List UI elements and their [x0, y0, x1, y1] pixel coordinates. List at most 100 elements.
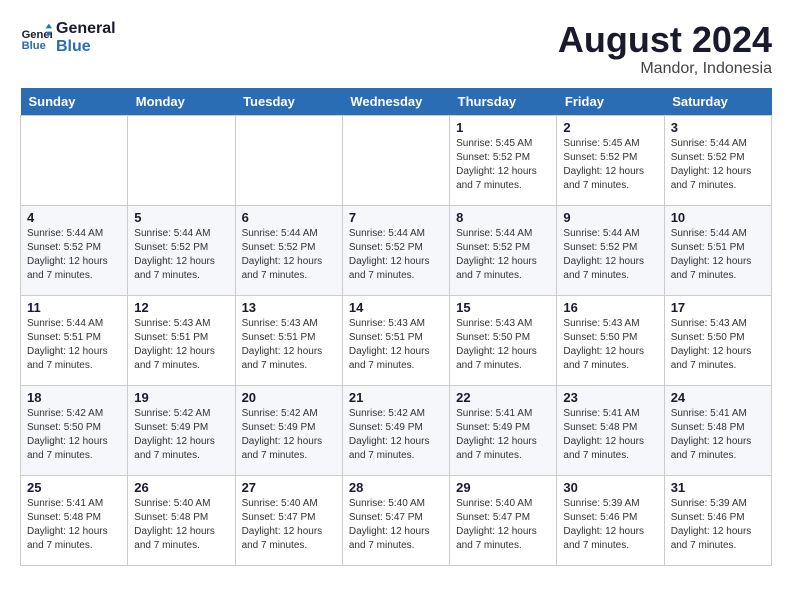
- calendar-cell: [342, 115, 449, 205]
- day-number: 19: [134, 390, 228, 405]
- day-number: 25: [27, 480, 121, 495]
- day-info: Sunrise: 5:43 AM Sunset: 5:51 PM Dayligh…: [242, 317, 336, 373]
- day-info: Sunrise: 5:40 AM Sunset: 5:47 PM Dayligh…: [456, 497, 550, 553]
- day-info: Sunrise: 5:44 AM Sunset: 5:52 PM Dayligh…: [456, 227, 550, 283]
- weekday-header-thursday: Thursday: [450, 88, 557, 116]
- weekday-header-sunday: Sunday: [21, 88, 128, 116]
- day-info: Sunrise: 5:40 AM Sunset: 5:47 PM Dayligh…: [349, 497, 443, 553]
- calendar-cell: [235, 115, 342, 205]
- calendar-table: SundayMondayTuesdayWednesdayThursdayFrid…: [20, 88, 772, 566]
- title-block: August 2024 Mandor, Indonesia: [558, 20, 772, 78]
- day-number: 23: [563, 390, 657, 405]
- svg-text:Blue: Blue: [22, 40, 46, 52]
- day-info: Sunrise: 5:43 AM Sunset: 5:50 PM Dayligh…: [671, 317, 765, 373]
- calendar-cell: 25 Sunrise: 5:41 AM Sunset: 5:48 PM Dayli…: [21, 475, 128, 565]
- day-info: Sunrise: 5:43 AM Sunset: 5:51 PM Dayligh…: [134, 317, 228, 373]
- calendar-cell: 8 Sunrise: 5:44 AM Sunset: 5:52 PM Daylig…: [450, 205, 557, 295]
- day-number: 7: [349, 210, 443, 225]
- location-subtitle: Mandor, Indonesia: [558, 60, 772, 78]
- calendar-cell: 28 Sunrise: 5:40 AM Sunset: 5:47 PM Dayli…: [342, 475, 449, 565]
- day-number: 28: [349, 480, 443, 495]
- calendar-cell: 20 Sunrise: 5:42 AM Sunset: 5:49 PM Dayli…: [235, 385, 342, 475]
- day-info: Sunrise: 5:44 AM Sunset: 5:52 PM Dayligh…: [242, 227, 336, 283]
- calendar-cell: 11 Sunrise: 5:44 AM Sunset: 5:51 PM Dayli…: [21, 295, 128, 385]
- calendar-cell: [128, 115, 235, 205]
- day-info: Sunrise: 5:41 AM Sunset: 5:49 PM Dayligh…: [456, 407, 550, 463]
- day-number: 10: [671, 210, 765, 225]
- day-number: 5: [134, 210, 228, 225]
- day-number: 20: [242, 390, 336, 405]
- day-number: 29: [456, 480, 550, 495]
- day-number: 4: [27, 210, 121, 225]
- day-info: Sunrise: 5:44 AM Sunset: 5:52 PM Dayligh…: [134, 227, 228, 283]
- day-info: Sunrise: 5:44 AM Sunset: 5:52 PM Dayligh…: [671, 137, 765, 193]
- calendar-cell: 12 Sunrise: 5:43 AM Sunset: 5:51 PM Dayli…: [128, 295, 235, 385]
- day-number: 15: [456, 300, 550, 315]
- day-info: Sunrise: 5:39 AM Sunset: 5:46 PM Dayligh…: [563, 497, 657, 553]
- week-row-1: 1 Sunrise: 5:45 AM Sunset: 5:52 PM Daylig…: [21, 115, 772, 205]
- day-number: 2: [563, 120, 657, 135]
- day-info: Sunrise: 5:42 AM Sunset: 5:50 PM Dayligh…: [27, 407, 121, 463]
- day-number: 11: [27, 300, 121, 315]
- day-number: 27: [242, 480, 336, 495]
- calendar-cell: 27Sunrise: 5:40 AM Sunset: 5:47 PM Dayli…: [235, 475, 342, 565]
- day-number: 18: [27, 390, 121, 405]
- day-info: Sunrise: 5:45 AM Sunset: 5:52 PM Dayligh…: [456, 137, 550, 193]
- week-row-3: 11 Sunrise: 5:44 AM Sunset: 5:51 PM Dayli…: [21, 295, 772, 385]
- day-info: Sunrise: 5:41 AM Sunset: 5:48 PM Dayligh…: [27, 497, 121, 553]
- day-info: Sunrise: 5:42 AM Sunset: 5:49 PM Dayligh…: [242, 407, 336, 463]
- calendar-cell: 30Sunrise: 5:39 AM Sunset: 5:46 PM Dayli…: [557, 475, 664, 565]
- calendar-cell: 22Sunrise: 5:41 AM Sunset: 5:49 PM Dayli…: [450, 385, 557, 475]
- calendar-cell: 17Sunrise: 5:43 AM Sunset: 5:50 PM Dayli…: [664, 295, 771, 385]
- day-info: Sunrise: 5:42 AM Sunset: 5:49 PM Dayligh…: [134, 407, 228, 463]
- day-number: 16: [563, 300, 657, 315]
- day-info: Sunrise: 5:45 AM Sunset: 5:52 PM Dayligh…: [563, 137, 657, 193]
- calendar-cell: 19 Sunrise: 5:42 AM Sunset: 5:49 PM Dayli…: [128, 385, 235, 475]
- weekday-header-tuesday: Tuesday: [235, 88, 342, 116]
- page-header: General Blue General Blue August 2024 Ma…: [20, 20, 772, 78]
- day-info: Sunrise: 5:44 AM Sunset: 5:52 PM Dayligh…: [27, 227, 121, 283]
- day-number: 14: [349, 300, 443, 315]
- calendar-cell: 1 Sunrise: 5:45 AM Sunset: 5:52 PM Daylig…: [450, 115, 557, 205]
- day-info: Sunrise: 5:42 AM Sunset: 5:49 PM Dayligh…: [349, 407, 443, 463]
- calendar-cell: 29 Sunrise: 5:40 AM Sunset: 5:47 PM Dayli…: [450, 475, 557, 565]
- day-number: 9: [563, 210, 657, 225]
- calendar-cell: 13 Sunrise: 5:43 AM Sunset: 5:51 PM Dayli…: [235, 295, 342, 385]
- calendar-cell: 26Sunrise: 5:40 AM Sunset: 5:48 PM Dayli…: [128, 475, 235, 565]
- day-number: 13: [242, 300, 336, 315]
- calendar-cell: 2 Sunrise: 5:45 AM Sunset: 5:52 PM Daylig…: [557, 115, 664, 205]
- day-info: Sunrise: 5:44 AM Sunset: 5:52 PM Dayligh…: [563, 227, 657, 283]
- calendar-cell: 18 Sunrise: 5:42 AM Sunset: 5:50 PM Dayli…: [21, 385, 128, 475]
- logo: General Blue General Blue: [20, 20, 116, 56]
- weekday-header-friday: Friday: [557, 88, 664, 116]
- calendar-cell: 4 Sunrise: 5:44 AM Sunset: 5:52 PM Daylig…: [21, 205, 128, 295]
- calendar-cell: 9 Sunrise: 5:44 AM Sunset: 5:52 PM Daylig…: [557, 205, 664, 295]
- calendar-cell: 16Sunrise: 5:43 AM Sunset: 5:50 PM Dayli…: [557, 295, 664, 385]
- calendar-cell: 5 Sunrise: 5:44 AM Sunset: 5:52 PM Daylig…: [128, 205, 235, 295]
- calendar-cell: 24Sunrise: 5:41 AM Sunset: 5:48 PM Dayli…: [664, 385, 771, 475]
- day-info: Sunrise: 5:41 AM Sunset: 5:48 PM Dayligh…: [563, 407, 657, 463]
- day-number: 8: [456, 210, 550, 225]
- weekday-header-row: SundayMondayTuesdayWednesdayThursdayFrid…: [21, 88, 772, 116]
- day-info: Sunrise: 5:39 AM Sunset: 5:46 PM Dayligh…: [671, 497, 765, 553]
- day-number: 6: [242, 210, 336, 225]
- calendar-cell: 7 Sunrise: 5:44 AM Sunset: 5:52 PM Daylig…: [342, 205, 449, 295]
- day-number: 12: [134, 300, 228, 315]
- day-info: Sunrise: 5:43 AM Sunset: 5:51 PM Dayligh…: [349, 317, 443, 373]
- calendar-cell: 15 Sunrise: 5:43 AM Sunset: 5:50 PM Dayli…: [450, 295, 557, 385]
- svg-text:General: General: [22, 29, 52, 41]
- calendar-cell: 14 Sunrise: 5:43 AM Sunset: 5:51 PM Dayli…: [342, 295, 449, 385]
- calendar-cell: 10Sunrise: 5:44 AM Sunset: 5:51 PM Dayli…: [664, 205, 771, 295]
- calendar-cell: [21, 115, 128, 205]
- day-number: 21: [349, 390, 443, 405]
- day-info: Sunrise: 5:44 AM Sunset: 5:52 PM Dayligh…: [349, 227, 443, 283]
- logo-general: General: [56, 20, 116, 38]
- week-row-5: 25 Sunrise: 5:41 AM Sunset: 5:48 PM Dayli…: [21, 475, 772, 565]
- calendar-cell: 3 Sunrise: 5:44 AM Sunset: 5:52 PM Daylig…: [664, 115, 771, 205]
- day-info: Sunrise: 5:43 AM Sunset: 5:50 PM Dayligh…: [456, 317, 550, 373]
- month-year-title: August 2024: [558, 20, 772, 60]
- day-number: 1: [456, 120, 550, 135]
- calendar-cell: 23 Sunrise: 5:41 AM Sunset: 5:48 PM Dayli…: [557, 385, 664, 475]
- day-info: Sunrise: 5:44 AM Sunset: 5:51 PM Dayligh…: [27, 317, 121, 373]
- day-number: 3: [671, 120, 765, 135]
